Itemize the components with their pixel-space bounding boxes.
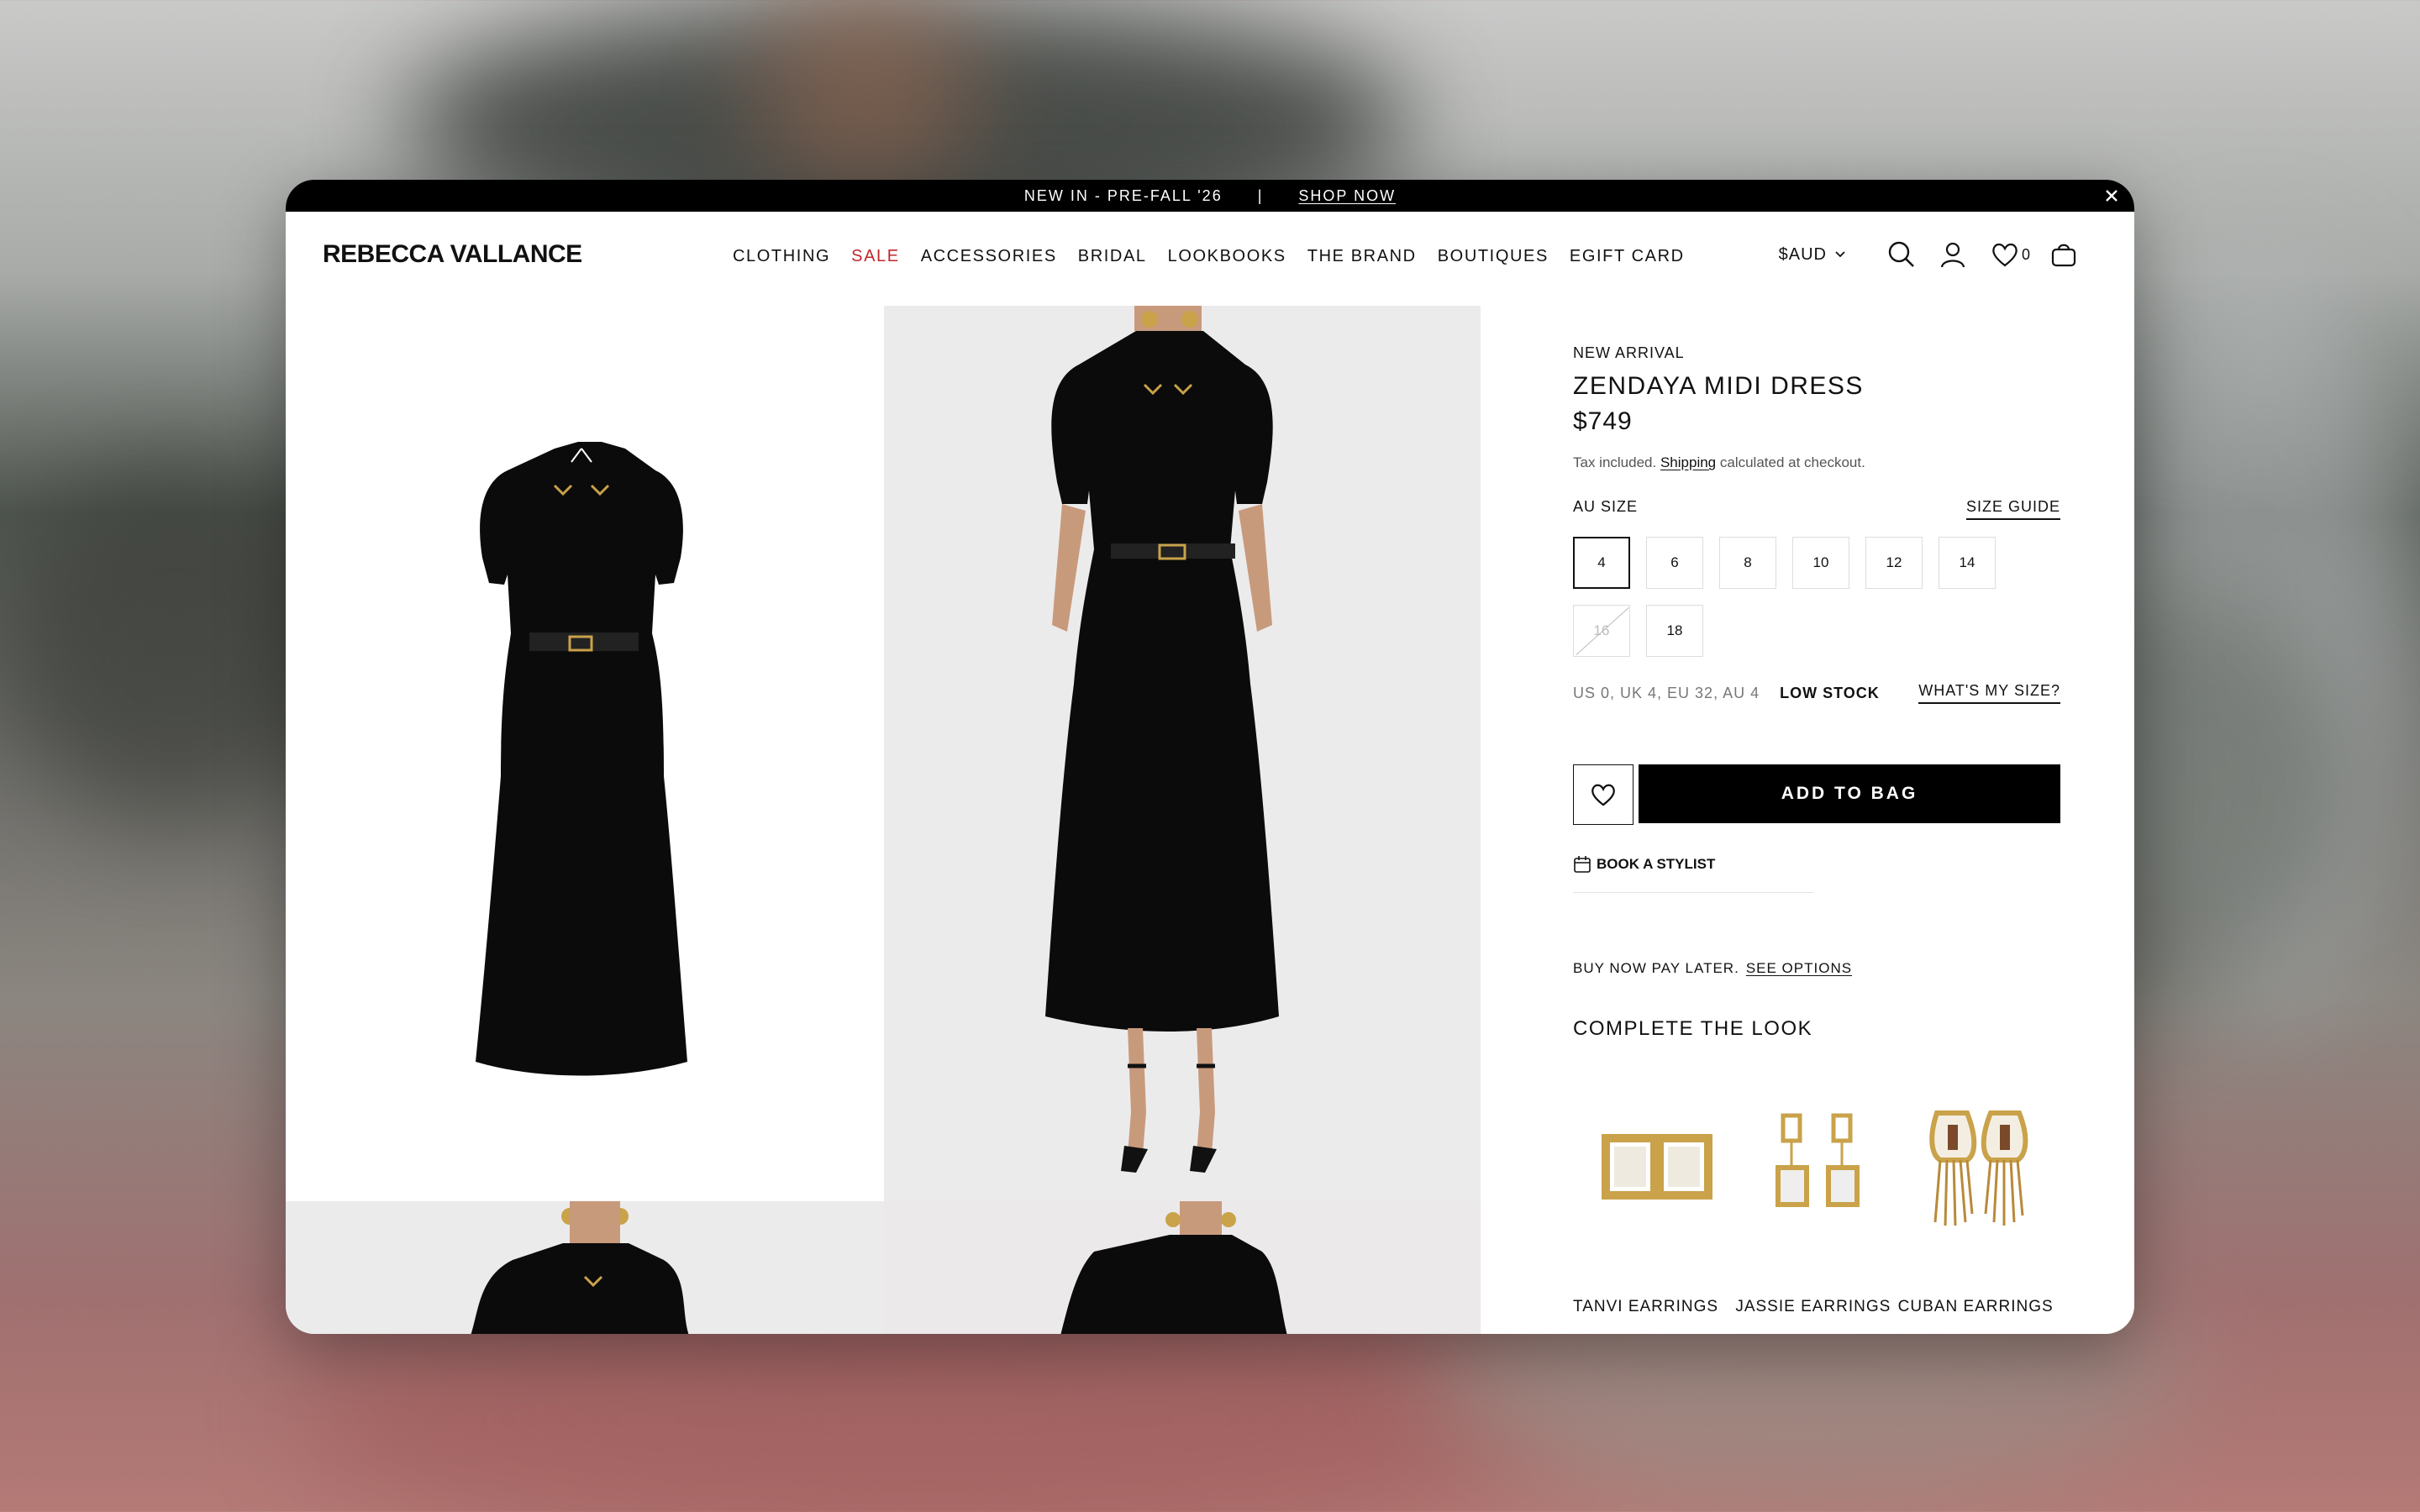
new-arrival-tag: NEW ARRIVAL [1573,344,1685,361]
size-option-18[interactable]: 18 [1646,605,1703,657]
stock-status: LOW STOCK [1780,684,1880,701]
tax-suffix: calculated at checkout. [1719,454,1865,470]
cuban-earrings-image [1898,1105,2060,1231]
book-stylist-label: BOOK A STYLIST [1597,856,1716,872]
look-item-tanvi[interactable]: TANVI EARRINGS [1573,1105,1735,1316]
complete-the-look-title: COMPLETE THE LOOK [1573,1017,1813,1040]
book-stylist-link[interactable]: BOOK A STYLIST [1573,855,2060,874]
look-item-cuban[interactable]: CUBAN EARRINGS [1898,1105,2060,1316]
add-to-bag-button[interactable]: ADD TO BAG [1639,764,2060,823]
complete-the-look-list: TANVI EARRINGS JASSIE EARRINGS CUBAN EAR… [1573,1105,2060,1316]
size-option-14[interactable]: 14 [1939,537,1996,589]
nav-clothing[interactable]: CLOTHING [733,247,830,266]
product-image-detail-front[interactable] [286,1201,884,1334]
size-option-12[interactable]: 12 [1865,537,1923,589]
browser-window: NEW IN - PRE-FALL '26 | SHOP NOW REBECCA… [286,180,2134,1334]
see-options-link[interactable]: SEE OPTIONS [1746,960,1852,976]
look-item-name: CUBAN EARRINGS [1897,1298,2054,1315]
size-label: AU SIZE [1573,498,1639,515]
chevron-down-icon [1835,251,1845,258]
nav-accessories[interactable]: ACCESSORIES [921,247,1057,266]
look-item-name: TANVI EARRINGS [1573,1298,1719,1315]
brand-logo[interactable]: REBECCA VALLANCE [323,240,582,269]
search-icon[interactable] [1887,239,1919,270]
product-price: $749 [1573,407,1633,435]
product-title: ZENDAYA MIDI DRESS [1573,372,1864,400]
size-conversion: US 0, UK 4, EU 32, AU 4 [1573,684,1760,701]
add-to-wishlist-button[interactable] [1573,764,1634,825]
close-icon[interactable] [2101,185,2123,207]
size-header: AU SIZE SIZE GUIDE [1573,498,2060,520]
stock-row: US 0, UK 4, EU 32, AU 4 LOW STOCK WHAT'S… [1573,682,2060,704]
announcement-bar: NEW IN - PRE-FALL '26 | SHOP NOW [286,180,2134,212]
nav-lookbooks[interactable]: LOOKBOOKS [1168,247,1286,266]
nav-bridal[interactable]: BRIDAL [1078,247,1147,266]
look-item-name: JASSIE EARRINGS [1735,1298,1891,1315]
account-icon[interactable] [1939,239,1971,270]
jassie-earrings-image [1735,1105,1897,1231]
nav-the-brand[interactable]: THE BRAND [1307,247,1417,266]
currency-label: $AUD [1778,244,1827,264]
header-tools: $AUD 0 [1779,239,2082,270]
nav-egift-card[interactable]: EGIFT CARD [1570,247,1685,266]
size-option-16-unavailable: 16 [1573,605,1630,657]
size-selector: 4 6 8 10 12 14 16 18 [1573,537,2060,657]
look-item-jassie[interactable]: JASSIE EARRINGS [1735,1105,1897,1316]
product-info: NEW ARRIVAL ZENDAYA MIDI DRESS $749 Tax … [1573,344,2060,1316]
heart-icon [1591,784,1615,806]
nav-sale[interactable]: SALE [851,247,900,266]
size-option-10[interactable]: 10 [1792,537,1849,589]
tanvi-earrings-image [1573,1105,1735,1231]
whats-my-size-link[interactable]: WHAT'S MY SIZE? [1918,682,2060,704]
bag-icon[interactable] [2050,239,2082,270]
currency-selector[interactable]: $AUD [1779,245,1845,265]
calendar-icon [1574,856,1591,873]
tax-prefix: Tax included. [1573,454,1657,470]
announcement-text: NEW IN - PRE-FALL '26 [1023,186,1223,204]
bnpl-text: BUY NOW PAY LATER. [1573,960,1739,976]
size-option-6[interactable]: 6 [1646,537,1703,589]
shop-now-link[interactable]: SHOP NOW [1298,187,1396,205]
size-option-8[interactable]: 8 [1719,537,1776,589]
size-option-4[interactable]: 4 [1573,537,1630,589]
size-guide-link[interactable]: SIZE GUIDE [1965,498,2060,520]
divider [1573,892,1813,893]
shipping-link[interactable]: Shipping [1660,454,1716,470]
nav-boutiques[interactable]: BOUTIQUES [1438,247,1549,266]
tax-note: Tax included. Shipping calculated at che… [1573,454,2060,471]
site-header: REBECCA VALLANCE CLOTHING SALE ACCESSORI… [286,212,2134,306]
main-nav: CLOTHING SALE ACCESSORIES BRIDAL LOOKBOO… [733,247,1706,266]
product-image-detail-back[interactable] [884,1201,1481,1334]
purchase-actions: ADD TO BAG [1573,764,2060,825]
wishlist-count: 0 [2021,245,2030,263]
product-image-model[interactable] [884,306,1481,1201]
buy-now-pay-later: BUY NOW PAY LATER. SEE OPTIONS [1573,960,2060,977]
announcement-separator: | [1257,186,1264,204]
wishlist-icon[interactable]: 0 [1991,239,2030,270]
product-image-flatlay[interactable] [286,306,884,1201]
